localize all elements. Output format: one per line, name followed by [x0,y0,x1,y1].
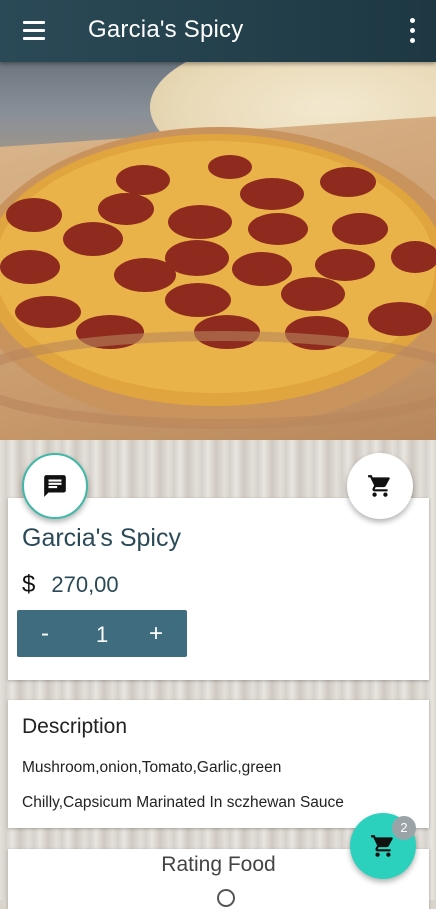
decrease-quantity-button[interactable]: - [41,620,49,648]
product-name: Garcia's Spicy [22,524,181,552]
rating-icon [217,889,235,907]
product-image [0,62,436,502]
more-vertical-icon[interactable] [402,14,422,48]
product-card: Garcia's Spicy $ 270,00 - 1 + [8,498,429,680]
add-to-cart-icon [368,475,390,497]
quantity-stepper: - 1 + [17,610,187,657]
price-row: $ 270,00 [22,571,119,599]
description-title: Description [22,715,128,738]
pizza-illustration [0,127,436,429]
quantity-value: 1 [96,622,109,647]
app-bar: Garcia's Spicy [0,0,436,62]
currency-symbol: $ [22,571,36,598]
chat-icon [44,475,66,497]
description-text-line: Mushroom,onion,Tomato,Garlic,green [22,759,282,776]
cart-icon [371,835,393,857]
description-card: Description Mushroom,onion,Tomato,Garlic… [8,700,429,828]
chat-button[interactable] [22,453,88,519]
page-title: Garcia's Spicy [88,16,244,43]
description-text-line: Chilly,Capsicum Marinated In sczhewan Sa… [22,794,344,811]
cart-count-badge: 2 [392,816,416,840]
product-price: 270,00 [51,572,119,597]
add-to-cart-button[interactable] [347,453,413,519]
increase-quantity-button[interactable]: + [149,620,163,648]
menu-icon[interactable] [14,14,48,48]
